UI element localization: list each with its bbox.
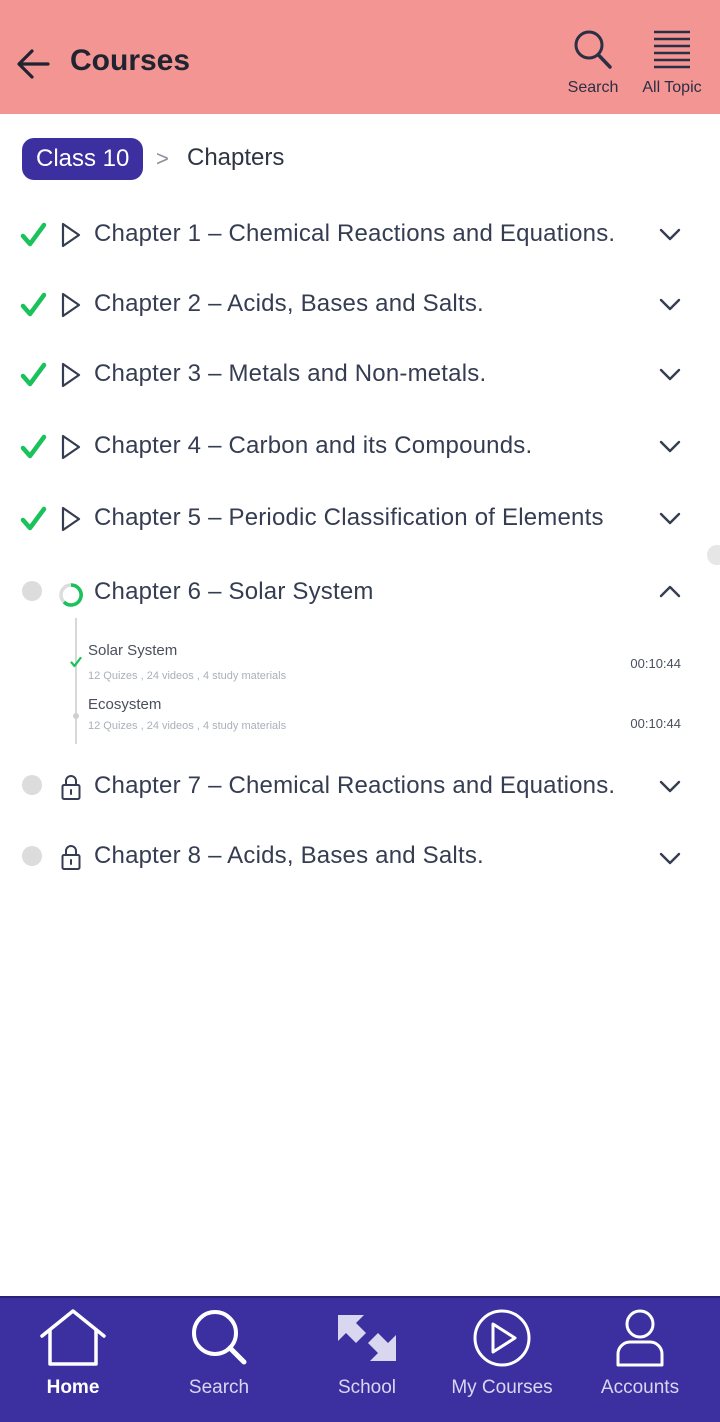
breadcrumb-current: Chapters: [187, 144, 285, 171]
chevron-down-icon[interactable]: [656, 222, 684, 246]
search-icon: [574, 30, 612, 69]
check-icon: [20, 222, 47, 247]
chevron-down-icon[interactable]: [656, 774, 684, 798]
tab-accounts-label: Accounts: [600, 1377, 680, 1398]
check-icon: [20, 292, 47, 317]
chevron-down-icon[interactable]: [656, 506, 684, 530]
class-chip[interactable]: Class 10: [22, 138, 144, 180]
home-icon: [40, 1309, 106, 1366]
chapter-title: Chapter 6 – Solar System: [94, 578, 374, 605]
lock-icon: [61, 845, 81, 870]
status-dot: [22, 581, 42, 601]
play-icon: [61, 222, 81, 248]
tab-home[interactable]: Home: [28, 1308, 118, 1399]
topic-item[interactable]: Solar System 12 Quizes , 24 videos , 4 s…: [64, 642, 704, 692]
chevron-down-icon[interactable]: [656, 292, 684, 316]
search-icon: [192, 1310, 247, 1365]
tab-search[interactable]: Search: [174, 1308, 264, 1399]
tab-home-label: Home: [46, 1377, 100, 1398]
chapter-row-locked[interactable]: Chapter 8 – Acids, Bases and Salts.: [0, 832, 720, 882]
play-icon: [61, 434, 81, 460]
play-circle-icon: [473, 1309, 531, 1367]
lock-icon: [61, 775, 81, 800]
user-icon: [616, 1309, 664, 1367]
check-icon: [70, 656, 82, 668]
all-topic-button[interactable]: All Topic: [638, 28, 706, 97]
tab-my-courses[interactable]: My Courses: [446, 1308, 558, 1399]
chevron-down-icon[interactable]: [656, 362, 684, 386]
check-icon: [20, 506, 47, 531]
check-icon: [20, 362, 47, 387]
breadcrumb: Class 10 > Chapters: [22, 138, 702, 180]
breadcrumb-separator: >: [156, 146, 169, 171]
status-dot: [22, 775, 42, 795]
chevron-down-icon[interactable]: [656, 846, 684, 870]
bottom-tab-bar: Home Search School My Courses Accounts: [0, 1296, 720, 1422]
chapter-title: Chapter 4 – Carbon and its Compounds.: [94, 432, 533, 459]
tab-search-label: Search: [188, 1377, 250, 1398]
chapter-title: Chapter 5 – Periodic Classification of E…: [94, 504, 604, 531]
chevron-down-icon[interactable]: [656, 434, 684, 458]
chapter-row-expanded[interactable]: Chapter 6 – Solar System: [0, 568, 720, 618]
chapter-row[interactable]: Chapter 4 – Carbon and its Compounds.: [0, 422, 720, 472]
page-title: Courses: [70, 44, 191, 77]
chapter-row[interactable]: Chapter 5 – Periodic Classification of E…: [0, 494, 720, 544]
bullet-icon: [73, 713, 79, 719]
chapter-row[interactable]: Chapter 1 – Chemical Reactions and Equat…: [0, 210, 720, 260]
tab-accounts[interactable]: Accounts: [592, 1308, 688, 1399]
topic-title: Solar System: [88, 642, 178, 659]
progress-ring-icon: [59, 583, 83, 607]
play-icon: [61, 292, 81, 318]
chapter-title: Chapter 2 – Acids, Bases and Salts.: [94, 290, 484, 317]
search-label: Search: [567, 79, 619, 96]
chapter-row[interactable]: Chapter 3 – Metals and Non-metals.: [0, 350, 720, 400]
topic-item[interactable]: Ecosystem 12 Quizes , 24 videos , 4 stud…: [64, 696, 704, 746]
chapter-title: Chapter 1 – Chemical Reactions and Equat…: [94, 220, 616, 247]
play-icon: [61, 362, 81, 388]
play-icon: [61, 506, 81, 532]
tab-my-courses-label: My Courses: [451, 1377, 553, 1398]
check-icon: [20, 434, 47, 459]
chapter-title: Chapter 8 – Acids, Bases and Salts.: [94, 842, 484, 869]
chapter-title: Chapter 7 – Chemical Reactions and Equat…: [94, 772, 616, 799]
tab-school[interactable]: School: [322, 1308, 412, 1399]
app-header: Courses Search All Topic: [0, 0, 720, 114]
chapter-row[interactable]: Chapter 2 – Acids, Bases and Salts.: [0, 280, 720, 330]
search-button[interactable]: Search: [562, 28, 624, 97]
tab-school-label: School: [337, 1377, 397, 1398]
chapter-title: Chapter 3 – Metals and Non-metals.: [94, 360, 487, 387]
topic-title: Ecosystem: [88, 696, 162, 713]
back-arrow-icon[interactable]: [14, 44, 54, 84]
swap-arrows-icon: [338, 1315, 396, 1361]
chevron-up-icon[interactable]: [656, 580, 684, 604]
topic-duration: 00:10:44: [630, 716, 681, 731]
topic-meta: 12 Quizes , 24 videos , 4 study material…: [88, 670, 287, 682]
all-topic-label: All Topic: [642, 79, 702, 96]
chapter-row-locked[interactable]: Chapter 7 – Chemical Reactions and Equat…: [0, 762, 720, 812]
list-icon: [654, 30, 690, 69]
topic-duration: 00:10:44: [630, 656, 681, 671]
topic-meta: 12 Quizes , 24 videos , 4 study material…: [88, 720, 287, 732]
status-dot: [22, 846, 42, 866]
scroll-handle[interactable]: [707, 545, 720, 565]
